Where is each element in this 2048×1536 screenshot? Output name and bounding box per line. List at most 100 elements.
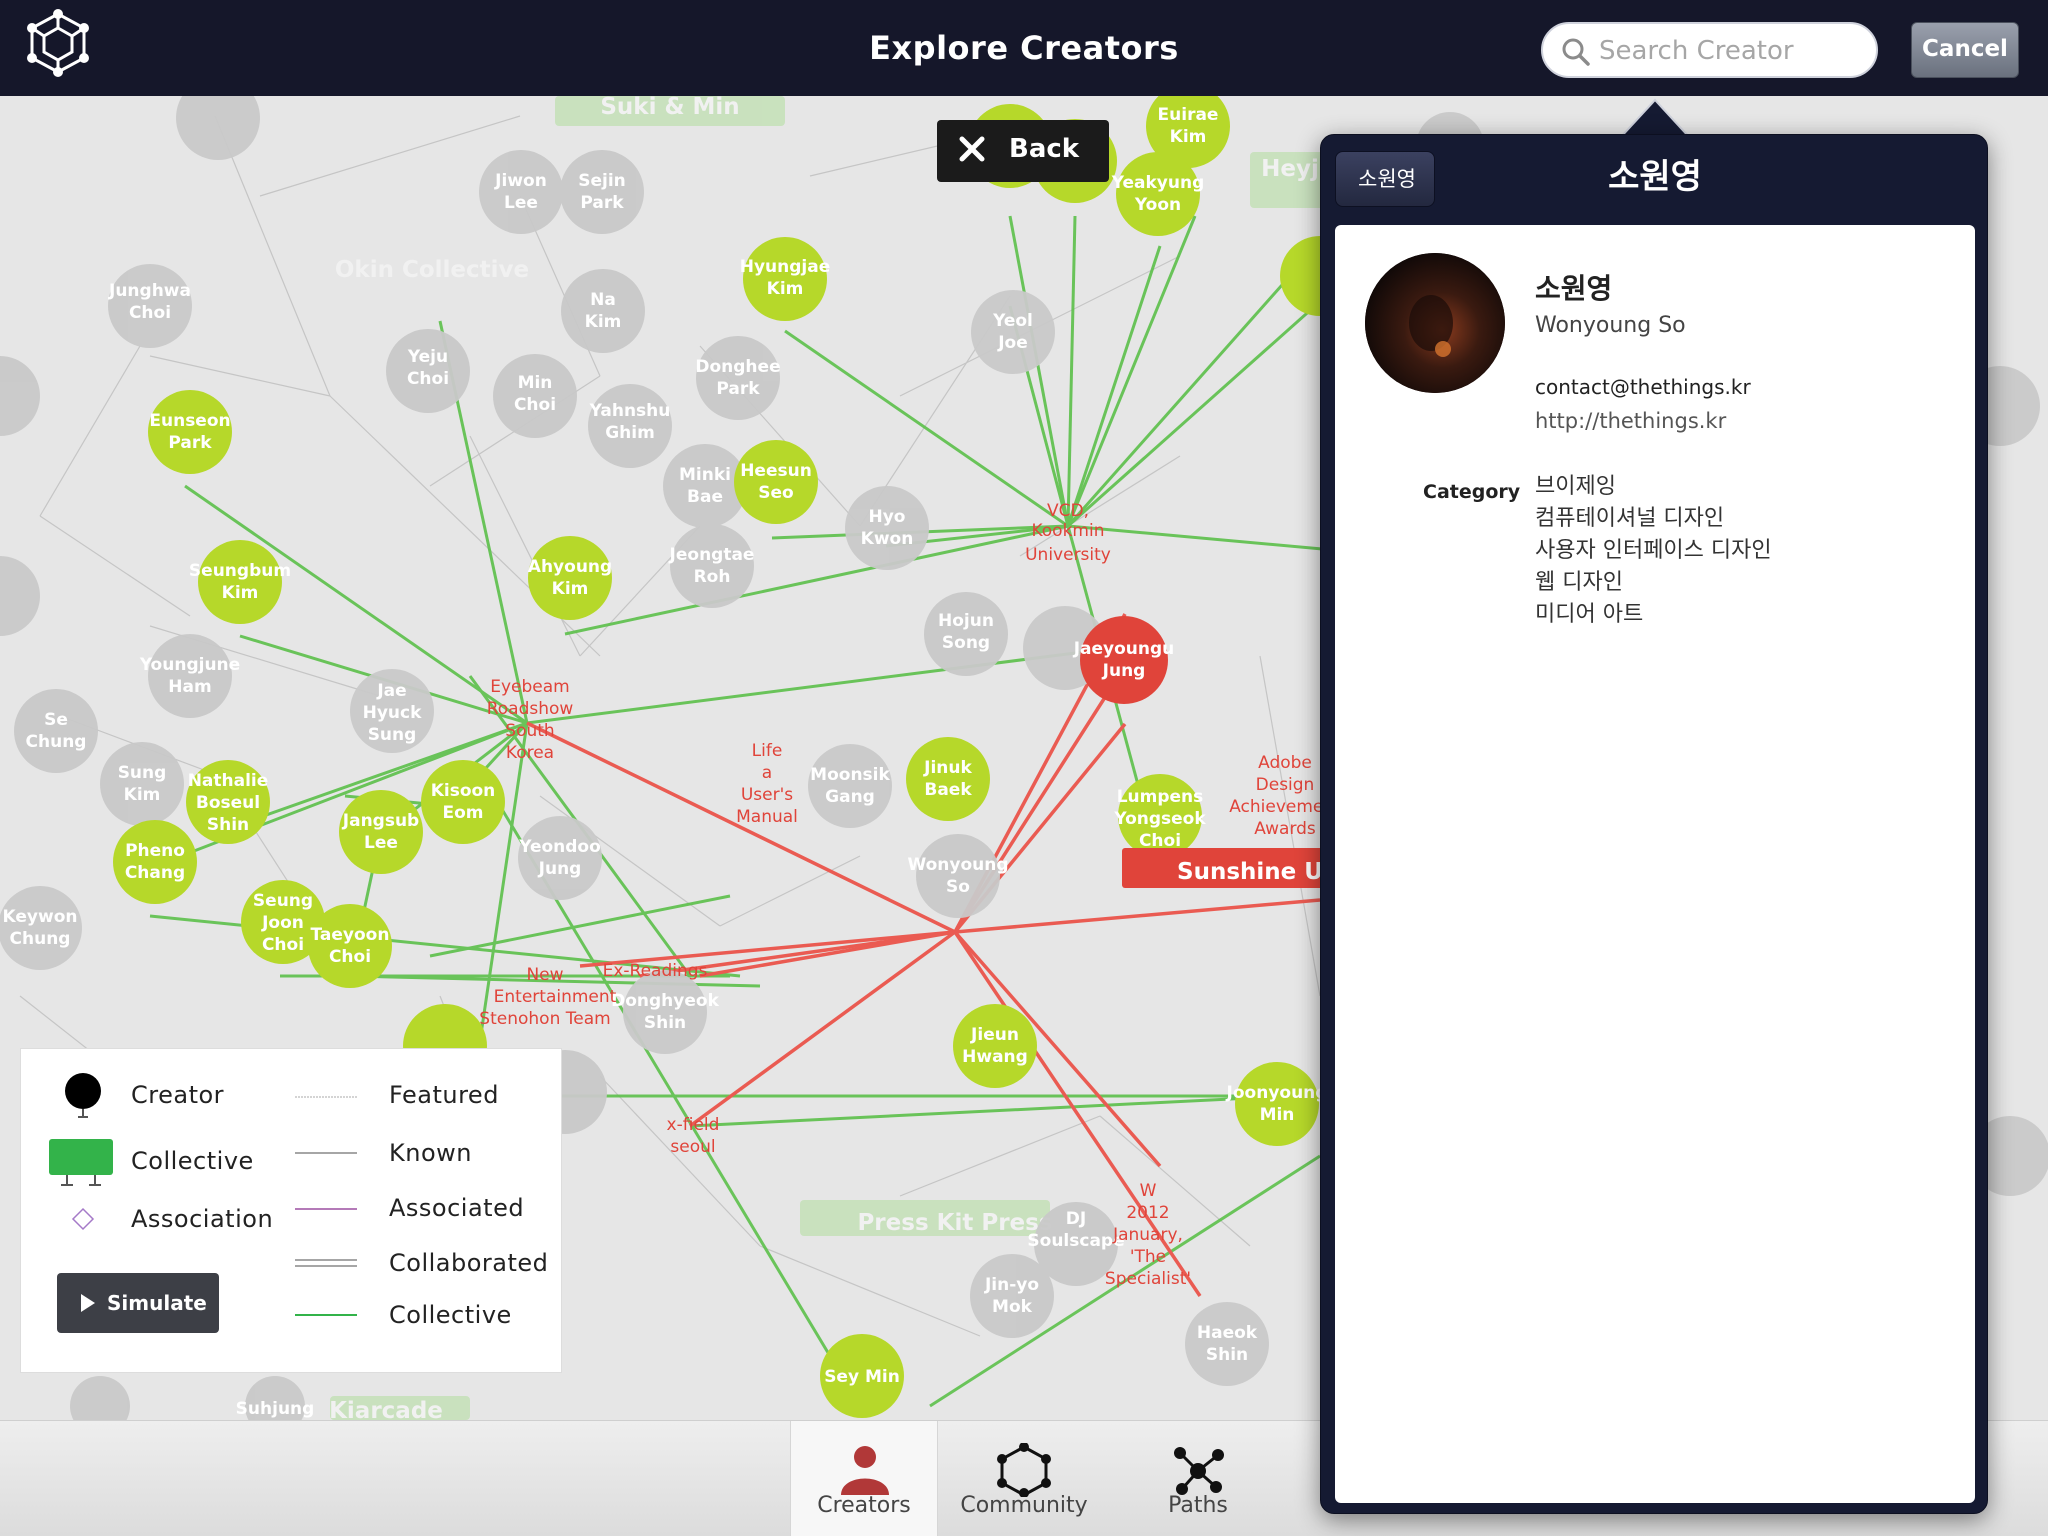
node-label[interactable]: Jinuk xyxy=(923,758,972,778)
event-label[interactable]: Ex-Readings xyxy=(603,961,708,981)
node-label[interactable]: Hwang xyxy=(962,1047,1028,1067)
node-label[interactable]: Nathalie xyxy=(188,771,269,791)
collective-heyj[interactable]: Heyj xyxy=(1261,156,1319,182)
node-label[interactable]: Chang xyxy=(125,863,185,883)
event-label[interactable]: 'The xyxy=(1130,1247,1166,1267)
graph-back-button[interactable]: Back xyxy=(937,120,1109,182)
node-label[interactable]: Jieun xyxy=(970,1025,1019,1045)
node-label[interactable]: Kwon xyxy=(861,529,914,549)
collective-press-kit-press[interactable]: Press Kit Press xyxy=(857,1210,1052,1236)
node-label[interactable]: Sey Min xyxy=(824,1367,900,1387)
cancel-button[interactable]: Cancel xyxy=(1911,22,2019,78)
node-label[interactable]: Yeol xyxy=(992,311,1033,331)
node-label[interactable]: Se xyxy=(44,710,68,730)
node-label[interactable]: Mok xyxy=(992,1297,1033,1317)
node-label[interactable]: Hyungjae xyxy=(740,257,831,277)
node-label[interactable]: Bae xyxy=(687,487,723,507)
event-label[interactable]: x-field xyxy=(667,1115,720,1135)
node-label[interactable]: Kim xyxy=(767,279,804,299)
event-label[interactable]: W xyxy=(1140,1181,1157,1201)
node-label[interactable]: Jung xyxy=(538,859,582,879)
event-label[interactable]: January, xyxy=(1112,1225,1183,1245)
event-label[interactable]: South xyxy=(505,721,554,741)
collective-kiarcade[interactable]: Kiarcade xyxy=(329,1398,443,1420)
event-label[interactable]: VCD, xyxy=(1047,501,1089,521)
node-label[interactable]: Yahnshu xyxy=(589,401,671,421)
collective-okin[interactable]: Okin Collective xyxy=(335,257,529,283)
node-label[interactable]: Suhjung xyxy=(236,1399,315,1419)
event-label[interactable]: Design xyxy=(1256,775,1315,795)
event-label[interactable]: Manual xyxy=(736,807,798,827)
node-label[interactable]: Shin xyxy=(1206,1345,1248,1365)
popover-back-button[interactable]: 소원영 xyxy=(1335,151,1435,207)
node-label[interactable]: Kim xyxy=(585,312,622,332)
node-label[interactable]: Gang xyxy=(825,787,875,807)
node-label[interactable]: Seo xyxy=(758,483,793,503)
selected-node-label[interactable]: Jaeyoungu xyxy=(1073,639,1175,659)
node-label[interactable]: Choi xyxy=(329,947,371,967)
node-label[interactable]: Donghee xyxy=(695,357,780,377)
event-label[interactable]: Roadshow xyxy=(487,699,574,719)
node-label[interactable]: Hojun xyxy=(938,611,994,631)
node-label[interactable]: Song xyxy=(942,633,990,653)
node-label[interactable]: Park xyxy=(168,433,212,453)
node-label[interactable]: So xyxy=(946,877,970,897)
node-label[interactable]: Ghim xyxy=(605,423,655,443)
event-label[interactable]: Korea xyxy=(506,743,554,763)
node-label[interactable]: Choi xyxy=(129,303,171,323)
event-label[interactable]: Kookmin xyxy=(1031,521,1104,541)
node-label[interactable]: Yeondoo xyxy=(518,837,601,857)
node-label[interactable]: Shin xyxy=(207,815,249,835)
node-label[interactable]: Choi xyxy=(514,395,556,415)
node-label[interactable]: Choi xyxy=(407,369,449,389)
node-label[interactable]: Minki xyxy=(679,465,731,485)
event-label[interactable]: New xyxy=(526,965,563,985)
node-label[interactable]: Taeyoon xyxy=(311,925,390,945)
event-label[interactable]: 2012 xyxy=(1126,1203,1169,1223)
node-label[interactable]: Donghyeok xyxy=(611,991,719,1011)
app-logo-icon[interactable] xyxy=(22,8,94,80)
node-label[interactable]: Sung xyxy=(368,725,417,745)
node-label[interactable]: Youngjune xyxy=(139,655,240,675)
event-label[interactable]: Specialist' xyxy=(1105,1269,1191,1289)
node-label[interactable]: Hyuck xyxy=(363,703,422,723)
node-label[interactable]: Kim xyxy=(552,579,589,599)
node-label[interactable]: Kim xyxy=(1170,127,1207,147)
collective-sunshine[interactable]: Sunshine U xyxy=(1177,859,1323,885)
node-label[interactable]: Park xyxy=(716,379,760,399)
node-label[interactable]: Pheno xyxy=(125,841,185,861)
node-label[interactable]: Hyo xyxy=(869,507,906,527)
profile-website-link[interactable]: http://thethings.kr xyxy=(1535,409,1726,433)
node-label[interactable]: Joe xyxy=(997,333,1028,353)
event-label[interactable]: seoul xyxy=(670,1137,715,1157)
node-label[interactable]: Euirae xyxy=(1158,105,1219,125)
node-label[interactable]: Soulscape xyxy=(1027,1231,1124,1251)
node-label[interactable]: Yongseok xyxy=(1113,809,1206,829)
node-label[interactable]: Roh xyxy=(694,567,731,587)
node-label[interactable]: Jin-yo xyxy=(984,1275,1039,1295)
search-input[interactable] xyxy=(1599,32,1869,70)
node-label[interactable]: Wonyoung xyxy=(907,855,1008,875)
node-label[interactable]: Yeju xyxy=(407,347,448,367)
node-label[interactable]: Chung xyxy=(26,732,87,752)
node-label[interactable]: Eom xyxy=(442,803,483,823)
event-label[interactable]: User's xyxy=(741,785,793,805)
node-label[interactable]: DJ xyxy=(1066,1209,1086,1229)
node-label[interactable]: Jae xyxy=(376,681,406,701)
node-label[interactable]: Lee xyxy=(504,193,538,213)
node-label[interactable]: Joon xyxy=(261,913,304,933)
node-label[interactable]: Kisoon xyxy=(431,781,496,801)
node-label[interactable]: Shin xyxy=(644,1013,686,1033)
node-label[interactable]: Baek xyxy=(924,780,972,800)
event-label[interactable]: Adobe xyxy=(1258,753,1312,773)
node-label[interactable]: Yeakyung xyxy=(1111,173,1205,193)
node-label[interactable]: Park xyxy=(580,193,624,213)
node-label[interactable]: Chung xyxy=(10,929,71,949)
node-label[interactable]: Haeok xyxy=(1197,1323,1258,1343)
search-box[interactable] xyxy=(1541,22,1878,78)
tab-community[interactable]: Community xyxy=(950,1421,1098,1536)
node-label[interactable]: Eunseon xyxy=(149,411,230,431)
selected-creator-node[interactable] xyxy=(1080,616,1168,704)
node-label[interactable]: Yoon xyxy=(1134,195,1181,215)
node-label[interactable]: Seungbum xyxy=(189,561,291,581)
